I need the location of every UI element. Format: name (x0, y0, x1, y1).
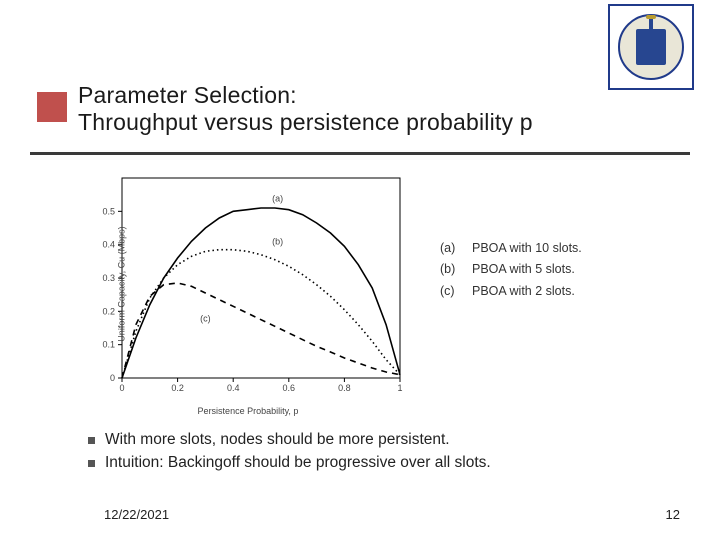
svg-text:0.4: 0.4 (102, 240, 115, 250)
bullet-text: Intuition: Backingoff should be progress… (105, 453, 491, 474)
legend-row: (b) PBOA with 5 slots. (440, 259, 582, 280)
legend-text: PBOA with 2 slots. (472, 281, 575, 302)
svg-text:0.8: 0.8 (338, 383, 351, 393)
title-rule (30, 152, 690, 155)
legend-key: (b) (440, 259, 462, 280)
legend-text: PBOA with 5 slots. (472, 259, 575, 280)
slide: Parameter Selection: Throughput versus p… (0, 0, 720, 540)
bullet-icon (88, 460, 95, 467)
svg-text:0.5: 0.5 (102, 206, 115, 216)
title-line-1: Parameter Selection: (78, 82, 297, 108)
svg-text:0.6: 0.6 (283, 383, 296, 393)
chart: Uniform Capacity, Cu (Mbps) Persistence … (88, 170, 408, 398)
legend-row: (a) PBOA with 10 slots. (440, 238, 582, 259)
svg-text:(a): (a) (272, 193, 283, 203)
svg-text:0.2: 0.2 (102, 306, 115, 316)
y-axis-label: Uniform Capacity, Cu (Mbps) (117, 226, 127, 341)
bullet-text: With more slots, nodes should be more pe… (105, 430, 450, 451)
chart-legend: (a) PBOA with 10 slots. (b) PBOA with 5 … (440, 238, 582, 302)
svg-text:(c): (c) (200, 313, 211, 323)
legend-key: (a) (440, 238, 462, 259)
footer-page-number: 12 (666, 507, 680, 522)
footer-date: 12/22/2021 (104, 507, 169, 522)
svg-text:0.2: 0.2 (171, 383, 184, 393)
bullet-item: Intuition: Backingoff should be progress… (88, 453, 648, 474)
bullet-item: With more slots, nodes should be more pe… (88, 430, 648, 451)
title-line-2: Throughput versus persistence probabilit… (78, 109, 533, 135)
svg-text:(b): (b) (272, 237, 283, 247)
title-accent-square (37, 92, 67, 122)
x-axis-label: Persistence Probability, p (198, 406, 299, 416)
chart-svg: 0 0.2 0.4 0.6 0.8 1 0 0.1 0.2 0.3 0.4 0.5 (a) (b) (c) (88, 170, 408, 398)
slide-title: Parameter Selection: Throughput versus p… (78, 82, 618, 136)
legend-text: PBOA with 10 slots. (472, 238, 582, 259)
svg-text:0: 0 (119, 383, 124, 393)
svg-text:1: 1 (397, 383, 402, 393)
bullet-icon (88, 437, 95, 444)
svg-text:0.1: 0.1 (102, 340, 115, 350)
svg-text:0.4: 0.4 (227, 383, 240, 393)
logo-ring (618, 14, 684, 80)
svg-text:0.3: 0.3 (102, 273, 115, 283)
bullet-list: With more slots, nodes should be more pe… (88, 430, 648, 476)
legend-row: (c) PBOA with 2 slots. (440, 281, 582, 302)
university-logo (608, 4, 694, 90)
legend-key: (c) (440, 281, 462, 302)
svg-text:0: 0 (110, 373, 115, 383)
logo-tower-icon (636, 29, 666, 65)
